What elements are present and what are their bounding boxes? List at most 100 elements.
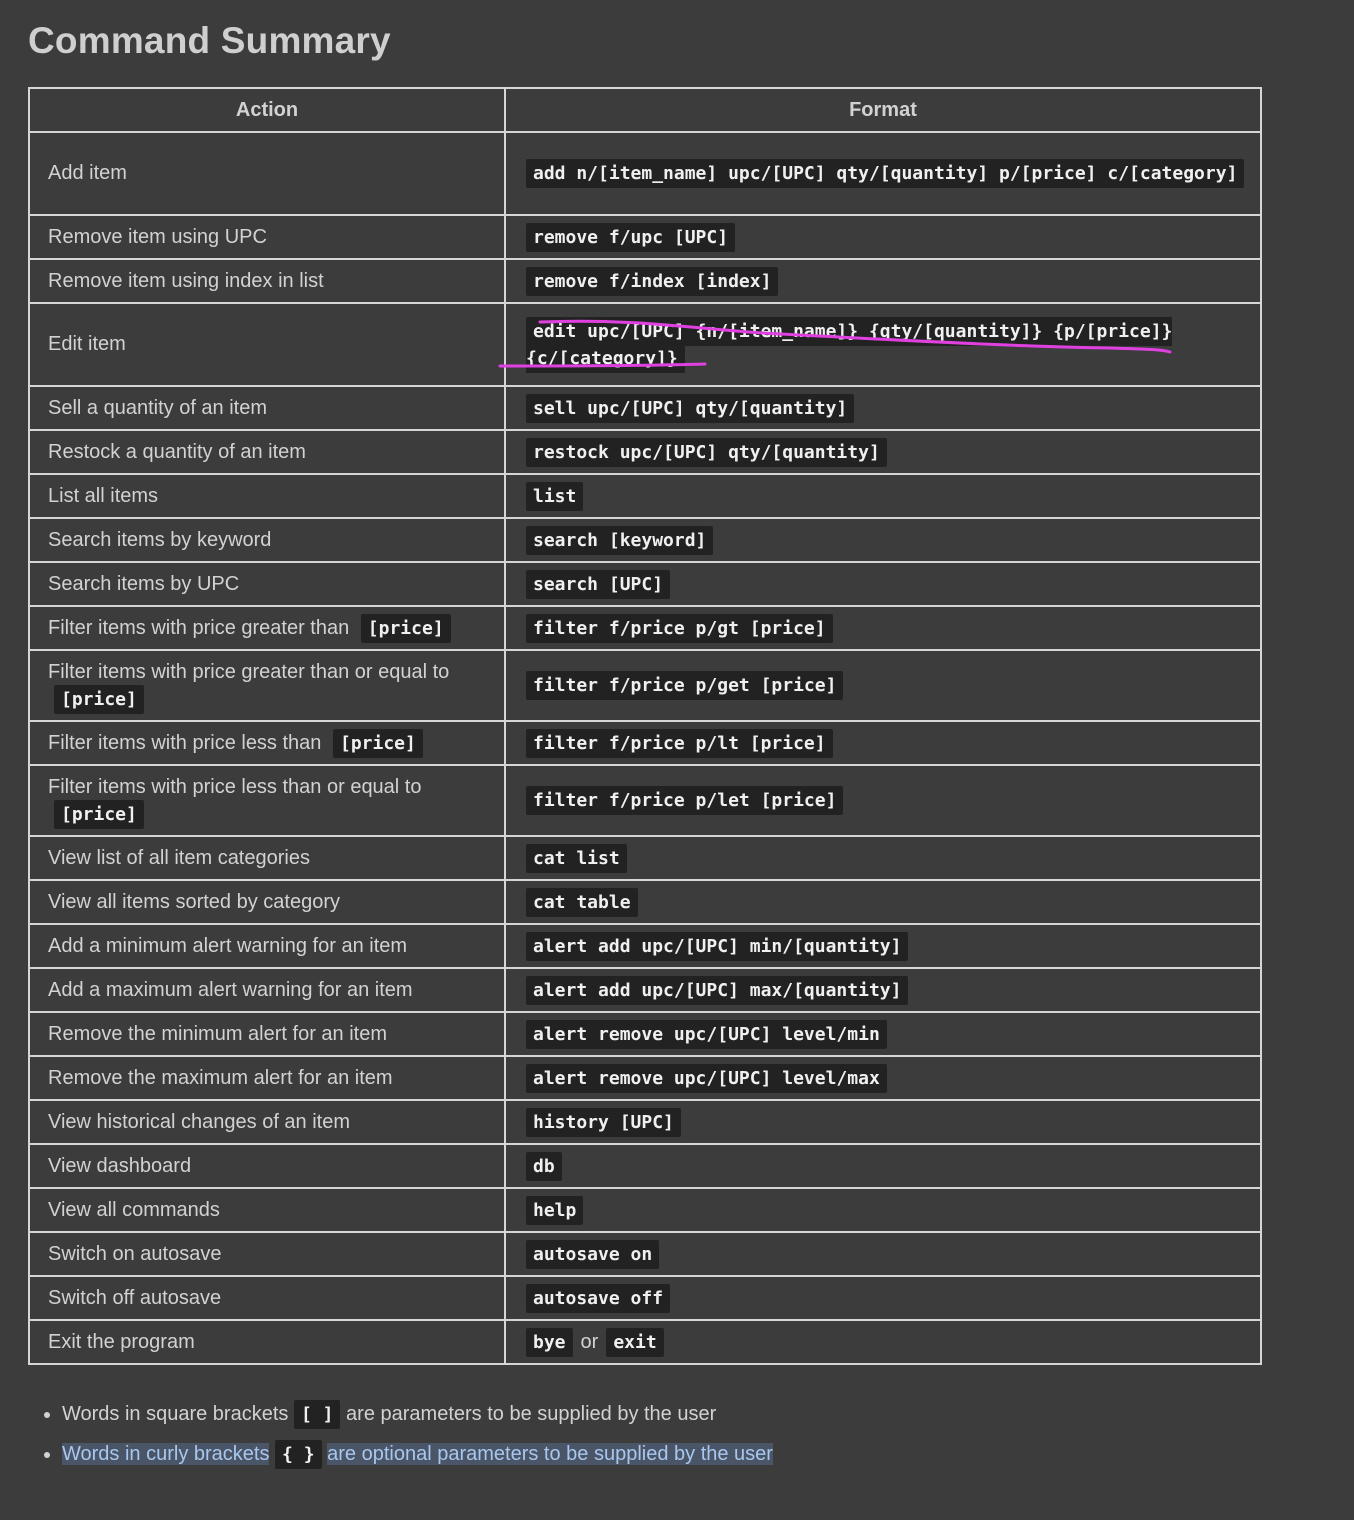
table-row: Sell a quantity of an item sell upc/[UPC]… [28, 385, 1262, 431]
action-text: Sell a quantity of an item [48, 396, 268, 419]
action-cell: Exit the program [28, 1319, 506, 1365]
action-cell: Switch on autosave [28, 1231, 506, 1277]
format-cell: alert remove upc/[UPC] level/min [504, 1011, 1262, 1057]
action-param-code: [price] [54, 684, 144, 714]
table-row: Search items by UPC search [UPC] [28, 561, 1262, 607]
format-code: alert add upc/[UPC] min/[quantity] [526, 931, 909, 961]
format-cell: add n/[item_name] upc/[UPC] qty/[quantit… [504, 131, 1262, 216]
action-cell: Search items by UPC [28, 561, 506, 607]
table-row: Filter items with price greater than [pr… [28, 605, 1262, 651]
action-text: Restock a quantity of an item [48, 440, 306, 463]
action-text: Filter items with price less than or equ… [48, 775, 422, 798]
table-row: Remove item using UPC remove f/upc [UPC] [28, 214, 1262, 260]
action-cell: Switch off autosave [28, 1275, 506, 1321]
table-row: List all items list [28, 473, 1262, 519]
table-row: Edit item edit upc/[UPC] {n/[item_name]} … [28, 302, 1262, 387]
format-code: alert remove upc/[UPC] level/max [526, 1063, 887, 1093]
action-text: Edit item [48, 333, 126, 355]
note-text-after: are optional parameters to be supplied b… [327, 1443, 773, 1465]
action-param-code: [price] [54, 799, 144, 829]
format-code: restock upc/[UPC] qty/[quantity] [526, 437, 887, 467]
action-text: View all items sorted by category [48, 890, 340, 913]
action-text: Add a maximum alert warning for an item [48, 978, 413, 1001]
table-row: Search items by keyword search [keyword] [28, 517, 1262, 563]
table-row: Exit the program bye or exit [28, 1319, 1262, 1365]
action-text: Search items by UPC [48, 572, 240, 595]
action-cell: Remove the maximum alert for an item [28, 1055, 506, 1101]
format-code: alert add upc/[UPC] max/[quantity] [526, 975, 909, 1005]
table-row: Remove the maximum alert for an item aler… [28, 1055, 1262, 1101]
action-cell: View all commands [28, 1187, 506, 1233]
table-row: View all items sorted by category cat tab… [28, 879, 1262, 925]
action-text: View all commands [48, 1198, 220, 1221]
format-code: help [526, 1195, 584, 1225]
action-text: Filter items with price greater than [48, 616, 350, 639]
format-code: search [UPC] [526, 569, 671, 599]
note-square-brackets: Words in square brackets [ ] are paramet… [62, 1400, 773, 1429]
format-cell: cat list [504, 835, 1262, 881]
action-text: Exit the program [48, 1330, 195, 1353]
format-code: autosave off [526, 1283, 671, 1313]
page: Command Summary Action Format Add item ad… [0, 0, 1354, 1520]
table-row: Restock a quantity of an item restock upc… [28, 429, 1262, 475]
action-text: View historical changes of an item [48, 1110, 351, 1133]
action-text: Add a minimum alert warning for an item [48, 934, 408, 957]
header-action: Action [28, 87, 506, 133]
format-cell: help [504, 1187, 1262, 1233]
action-cell: Sell a quantity of an item [28, 385, 506, 431]
table-row: View dashboard db [28, 1143, 1262, 1189]
action-cell: View list of all item categories [28, 835, 506, 881]
notes-list: Words in square brackets [ ] are paramet… [28, 1400, 773, 1480]
format-cell: alert add upc/[UPC] min/[quantity] [504, 923, 1262, 969]
format-code: bye [526, 1327, 573, 1357]
page-title: Command Summary [28, 20, 391, 61]
table-header-row: Action Format [28, 87, 1262, 133]
format-cell: filter f/price p/gt [price] [504, 605, 1262, 651]
table-row: Add a minimum alert warning for an item a… [28, 923, 1262, 969]
action-cell: Filter items with price greater than [pr… [28, 605, 506, 651]
format-cell: db [504, 1143, 1262, 1189]
action-cell: Add a minimum alert warning for an item [28, 923, 506, 969]
table-row: Add item add n/[item_name] upc/[UPC] qty/… [28, 131, 1262, 216]
action-param-code: [price] [332, 728, 423, 758]
action-text: View list of all item categories [48, 846, 310, 869]
format-code: alert remove upc/[UPC] level/min [526, 1019, 887, 1049]
action-text: Remove item using index in list [48, 269, 324, 292]
table-row: Filter items with price less than [price… [28, 720, 1262, 766]
action-text: View dashboard [48, 1154, 192, 1177]
format-code: autosave on [526, 1239, 660, 1269]
format-cell: autosave off [504, 1275, 1262, 1321]
format-cell: edit upc/[UPC] {n/[item_name]} {qty/[qua… [504, 302, 1262, 387]
table-row: Add a maximum alert warning for an item a… [28, 967, 1262, 1013]
format-cell: bye or exit [504, 1319, 1262, 1365]
format-code: cat table [526, 887, 638, 917]
format-code-alt: exit [606, 1327, 664, 1357]
table-row: View list of all item categories cat list [28, 835, 1262, 881]
action-cell: List all items [28, 473, 506, 519]
format-cell: filter f/price p/lt [price] [504, 720, 1262, 766]
action-cell: Add item [28, 131, 506, 216]
action-text: Filter items with price greater than or … [48, 660, 450, 683]
action-text: Remove item using UPC [48, 225, 267, 248]
table-row: Remove item using index in list remove f/… [28, 258, 1262, 304]
note-code: [ ] [293, 1400, 341, 1429]
format-code: sell upc/[UPC] qty/[quantity] [526, 393, 855, 423]
table-row: Filter items with price greater than or … [28, 649, 1262, 722]
action-text: Search items by keyword [48, 528, 272, 551]
action-text: Filter items with price less than [48, 731, 322, 754]
action-text: Switch off autosave [48, 1286, 222, 1309]
action-cell: Filter items with price less than [price… [28, 720, 506, 766]
action-cell: Restock a quantity of an item [28, 429, 506, 475]
format-code: search [keyword] [526, 525, 714, 555]
table-row: Remove the minimum alert for an item aler… [28, 1011, 1262, 1057]
format-code: edit upc/[UPC] {n/[item_name]} {qty/[qua… [526, 316, 1173, 373]
format-code: remove f/upc [UPC] [526, 222, 736, 252]
format-code: db [526, 1151, 562, 1181]
table-row: View all commands help [28, 1187, 1262, 1233]
format-cell: search [UPC] [504, 561, 1262, 607]
format-cell: alert add upc/[UPC] max/[quantity] [504, 967, 1262, 1013]
format-cell: cat table [504, 879, 1262, 925]
table-row: Switch on autosave autosave on [28, 1231, 1262, 1277]
format-cell: history [UPC] [504, 1099, 1262, 1145]
format-code: filter f/price p/lt [price] [526, 728, 833, 758]
